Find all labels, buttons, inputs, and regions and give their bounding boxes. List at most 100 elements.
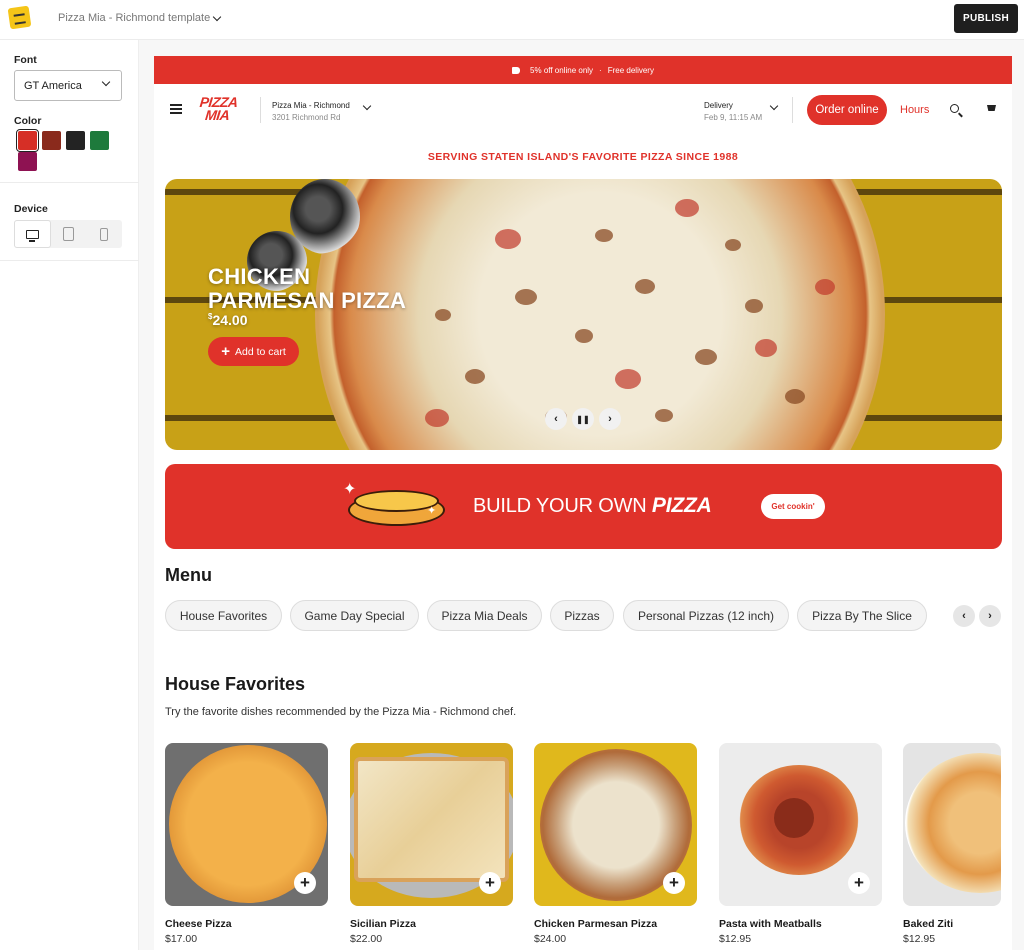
delivery-label: Delivery <box>704 101 733 110</box>
font-select[interactable]: GT America <box>14 70 122 101</box>
tagline: SERVING STATEN ISLAND'S FAVORITE PIZZA S… <box>427 151 739 163</box>
brand-logo[interactable]: PIZZA MIA <box>198 94 239 123</box>
menu-icon[interactable] <box>170 104 182 114</box>
hero-carousel: CHICKEN PARMESAN PIZZA $24.00 + Add to c… <box>165 179 1002 450</box>
chevron-down-icon[interactable] <box>362 101 372 111</box>
color-swatch-green[interactable] <box>90 131 109 150</box>
color-label: Color <box>14 115 42 127</box>
item-price: $17.00 <box>165 933 198 945</box>
baked-ziti-image <box>903 743 1001 906</box>
app-logo-icon[interactable] <box>7 5 32 30</box>
device-desktop-button[interactable] <box>14 220 52 248</box>
menu-item-card[interactable]: + Chicken Parmesan Pizza $24.00 <box>534 743 697 945</box>
add-item-button[interactable]: + <box>663 872 685 894</box>
sicilian-pizza-image: + <box>350 743 513 906</box>
get-cookin-button[interactable]: Get cookin' <box>761 494 825 519</box>
promo-text: 5% off online only <box>530 65 594 75</box>
cheese-pizza-image: + <box>165 743 328 906</box>
tag-icon <box>512 66 521 74</box>
header-divider <box>260 97 261 123</box>
category-pill[interactable]: Pizzas <box>550 600 614 631</box>
panel-divider <box>0 182 139 183</box>
carousel-pause-button[interactable]: ❚❚ <box>572 408 594 430</box>
item-name: Sicilian Pizza <box>350 918 416 930</box>
template-selector[interactable]: Pizza Mia - Richmond template <box>58 12 222 24</box>
category-prev-button[interactable]: ‹ <box>953 605 975 627</box>
chicken-parmesan-pizza-image: + <box>534 743 697 906</box>
order-online-button[interactable]: Order online <box>807 95 887 125</box>
item-name: Chicken Parmesan Pizza <box>534 918 658 930</box>
category-next-button[interactable]: › <box>979 605 1001 627</box>
device-toggle <box>14 220 122 248</box>
menu-item-card[interactable]: + Pasta with Meatballs $12.95 <box>719 743 882 945</box>
delivery-selector[interactable]: Delivery Feb 9, 11:15 AM <box>704 100 762 124</box>
cart-icon[interactable] <box>987 105 996 111</box>
device-phone-button[interactable] <box>87 220 122 248</box>
panel-divider <box>0 260 139 261</box>
plus-icon: + <box>221 342 230 360</box>
hero-price: $24.00 <box>208 312 248 328</box>
category-pills: House Favorites Game Day Special Pizza M… <box>165 600 945 632</box>
add-to-cart-label: Add to cart <box>234 345 286 358</box>
category-pill[interactable]: House Favorites <box>165 600 282 631</box>
website-preview: 5% off online only · Free delivery PIZZA… <box>154 56 1012 950</box>
device-tablet-button[interactable] <box>51 220 86 248</box>
build-title-bold: PIZZA <box>651 494 712 517</box>
item-name: Baked Ziti <box>903 918 954 930</box>
category-pill[interactable]: Pizza Mia Deals <box>427 600 542 631</box>
hero-pizza-image <box>315 179 885 450</box>
sparkle-icon: ✦ <box>343 481 357 498</box>
color-swatch-magenta[interactable] <box>18 152 37 171</box>
item-price: $12.95 <box>719 933 752 945</box>
item-price: $12.95 <box>903 933 936 945</box>
hero-title-line-1: CHICKEN <box>208 264 311 289</box>
add-to-cart-button[interactable]: + Add to cart <box>208 337 299 366</box>
preview-canvas: 5% off online only · Free delivery PIZZA… <box>139 40 1024 950</box>
app-bar: Pizza Mia - Richmond template PUBLISH <box>0 0 1024 40</box>
carousel-next-button[interactable]: › <box>599 408 621 430</box>
item-name: Pasta with Meatballs <box>719 918 822 930</box>
build-title-plain: BUILD YOUR OWN <box>473 495 652 517</box>
promo-text-2: Free delivery <box>607 65 654 75</box>
item-price: $24.00 <box>534 933 567 945</box>
hero-title: CHICKEN PARMESAN PIZZA <box>208 265 406 313</box>
category-pill[interactable]: Personal Pizzas (12 inch) <box>623 600 789 631</box>
chevron-down-icon[interactable] <box>769 101 779 111</box>
color-swatch-black[interactable] <box>66 131 85 150</box>
item-name: Cheese Pizza <box>165 918 232 930</box>
settings-panel: Font GT America Color Device <box>0 40 139 950</box>
color-swatch-brown[interactable] <box>42 131 61 150</box>
delivery-time: Feb 9, 11:15 AM <box>704 113 763 122</box>
build-title: BUILD YOUR OWN PIZZA <box>473 494 712 518</box>
item-price: $22.00 <box>350 933 383 945</box>
promo-bar: 5% off online only · Free delivery <box>154 56 1012 84</box>
add-item-button[interactable]: + <box>479 872 501 894</box>
desktop-icon <box>26 229 40 242</box>
add-item-button[interactable]: + <box>294 872 316 894</box>
favorites-heading: House Favorites <box>165 674 306 694</box>
category-pill[interactable]: Pizza By The Slice <box>797 600 927 631</box>
color-swatch-red[interactable] <box>16 129 39 152</box>
store-selector[interactable]: Pizza Mia - Richmond 3201 Richmond Rd <box>272 100 350 124</box>
menu-item-card[interactable]: + Cheese Pizza $17.00 <box>165 743 328 945</box>
publish-button[interactable]: PUBLISH <box>954 4 1018 33</box>
font-select-value: GT America <box>24 79 82 92</box>
chevron-down-icon <box>212 12 222 21</box>
template-title: Pizza Mia - Richmond template <box>58 12 211 24</box>
tablet-icon <box>63 227 75 241</box>
menu-item-card[interactable]: Baked Ziti $12.95 <box>903 743 1001 945</box>
price-value: 24.00 <box>212 312 248 328</box>
search-icon[interactable] <box>950 104 959 113</box>
hero-title-line-2: PARMESAN PIZZA <box>208 288 407 313</box>
device-label: Device <box>14 203 48 215</box>
chevron-down-icon <box>101 77 111 87</box>
category-pill[interactable]: Game Day Special <box>290 600 419 631</box>
brand-line-2: MIA <box>204 107 231 123</box>
menu-heading: Menu <box>165 565 212 585</box>
carousel-prev-button[interactable]: ‹ <box>545 408 567 430</box>
hours-link[interactable]: Hours <box>900 104 929 116</box>
add-item-button[interactable]: + <box>848 872 870 894</box>
build-your-own-banner[interactable]: ✦ ✦ BUILD YOUR OWN PIZZA Get cookin' <box>165 464 1002 549</box>
menu-item-card[interactable]: + Sicilian Pizza $22.00 <box>350 743 513 945</box>
promo-separator: · <box>599 65 602 75</box>
